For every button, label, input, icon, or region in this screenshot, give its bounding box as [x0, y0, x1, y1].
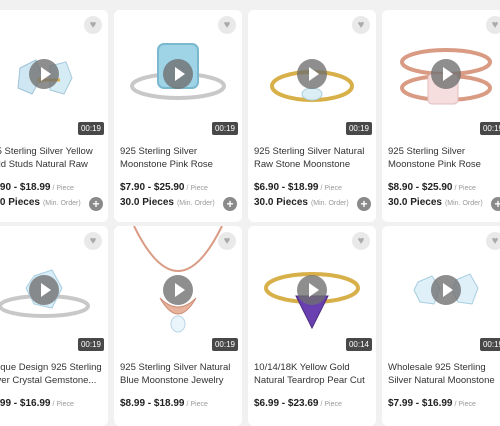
heart-icon[interactable]: ♥ [486, 16, 500, 34]
product-card[interactable]: ♥ 00:19 925 Sterling Silver Natural Raw … [248, 10, 376, 222]
moq-note: (Min. Order) [176, 200, 215, 207]
price-range: $7.90 - $18.99 [0, 182, 51, 193]
play-video-icon[interactable] [431, 59, 461, 89]
video-duration: 00:14 [345, 338, 372, 351]
product-title[interactable]: 925 Sterling Silver Natural Raw Stone Mo… [254, 145, 370, 171]
add-button[interactable]: + [491, 197, 500, 211]
product-card[interactable]: ♥ 00:19 925 Sterling Silver Moonstone Pi… [382, 10, 500, 222]
play-video-icon[interactable] [297, 275, 327, 305]
product-price: $7.90 - $25.90/ Piece [120, 182, 208, 193]
play-video-icon[interactable] [431, 275, 461, 305]
min-order: 30.0 Pieces(Min. Order) [254, 197, 349, 208]
play-video-icon[interactable] [297, 59, 327, 89]
add-button[interactable]: + [89, 197, 103, 211]
min-order: 30.0 Pieces(Min. Order) [0, 197, 81, 208]
price-unit: / Piece [320, 185, 342, 192]
product-title[interactable]: 925 Sterling Silver Yellow Gold Studs Na… [0, 145, 102, 171]
product-title[interactable]: 925 Sterling Silver Moonstone Pink Rose … [120, 145, 236, 171]
price-unit: / Piece [52, 401, 74, 408]
video-duration: 00:19 [77, 122, 104, 135]
min-order: 30.0 Pieces(Min. Order) [388, 197, 483, 208]
price-range: $7.90 - $25.90 [120, 182, 185, 193]
video-duration: 00:19 [479, 122, 500, 135]
product-price: $6.90 - $18.99/ Piece [254, 182, 342, 193]
product-title[interactable]: 925 Sterling Silver Natural Blue Moonsto… [120, 361, 236, 387]
product-title[interactable]: 10/14/18K Yellow Gold Natural Teardrop P… [254, 361, 370, 387]
product-card[interactable]: ♥ 00:19 Wholesale 925 Sterling Silver Na… [382, 226, 500, 426]
product-image[interactable]: ♥ 00:19 [0, 226, 108, 354]
product-image[interactable]: ♥ 00:19 [114, 10, 242, 138]
add-button[interactable]: + [223, 197, 237, 211]
product-grid: ♥ 00:19 925 Sterling Silver Yellow Gold … [0, 0, 500, 426]
product-price: $8.90 - $25.90/ Piece [388, 182, 476, 193]
video-duration: 00:19 [211, 122, 238, 135]
product-card[interactable]: ♥ 00:19 925 Sterling Silver Moonstone Pi… [114, 10, 242, 222]
play-video-icon[interactable] [29, 59, 59, 89]
play-video-icon[interactable] [163, 59, 193, 89]
video-duration: 00:19 [479, 338, 500, 351]
product-card[interactable]: ♥ 00:14 10/14/18K Yellow Gold Natural Te… [248, 226, 376, 426]
play-video-icon[interactable] [29, 275, 59, 305]
heart-icon[interactable]: ♥ [84, 232, 102, 250]
video-duration: 00:19 [211, 338, 238, 351]
product-image[interactable]: ♥ 00:19 [248, 10, 376, 138]
heart-icon[interactable]: ♥ [84, 16, 102, 34]
add-button[interactable]: + [357, 197, 371, 211]
price-unit: / Piece [186, 401, 208, 408]
heart-icon[interactable]: ♥ [352, 232, 370, 250]
product-image[interactable]: ♥ 00:19 [382, 226, 500, 354]
product-image[interactable]: ♥ 00:19 [382, 10, 500, 138]
product-title[interactable]: Wholesale 925 Sterling Silver Natural Mo… [388, 361, 500, 387]
price-unit: / Piece [186, 185, 208, 192]
price-unit: / Piece [454, 185, 476, 192]
min-order: 30.0 Pieces(Min. Order) [120, 197, 215, 208]
product-card[interactable]: ♥ 00:19 Unique Design 925 Sterling Silve… [0, 226, 108, 426]
heart-icon[interactable]: ♥ [352, 16, 370, 34]
product-title[interactable]: 925 Sterling Silver Moonstone Pink Rose … [388, 145, 500, 171]
moq-note: (Min. Order) [310, 200, 349, 207]
product-image[interactable]: ♥ 00:14 [248, 226, 376, 354]
price-range: $6.90 - $18.99 [254, 182, 319, 193]
play-video-icon[interactable] [163, 275, 193, 305]
heart-icon[interactable]: ♥ [486, 232, 500, 250]
moq-note: (Min. Order) [444, 200, 483, 207]
moq-value: 30.0 Pieces [254, 197, 308, 208]
product-card[interactable]: ♥ 00:19 925 Sterling Silver Natural Blue… [114, 226, 242, 426]
product-price: $7.90 - $18.99/ Piece [0, 182, 74, 193]
price-unit: / Piece [52, 185, 74, 192]
video-duration: 00:19 [345, 122, 372, 135]
product-card[interactable]: ♥ 00:19 925 Sterling Silver Yellow Gold … [0, 10, 108, 222]
product-image[interactable]: ♥ 00:19 [0, 10, 108, 138]
price-unit: / Piece [454, 401, 476, 408]
heart-icon[interactable]: ♥ [218, 232, 236, 250]
product-image[interactable]: ♥ 00:19 [114, 226, 242, 354]
moq-note: (Min. Order) [42, 200, 81, 207]
moq-value: 30.0 Pieces [120, 197, 174, 208]
price-unit: / Piece [320, 401, 342, 408]
video-duration: 00:19 [77, 338, 104, 351]
heart-icon[interactable]: ♥ [218, 16, 236, 34]
product-title[interactable]: Unique Design 925 Sterling Silver Crysta… [0, 361, 102, 387]
moq-value: 30.0 Pieces [0, 197, 40, 208]
moq-value: 30.0 Pieces [388, 197, 442, 208]
price-range: $8.90 - $25.90 [388, 182, 453, 193]
